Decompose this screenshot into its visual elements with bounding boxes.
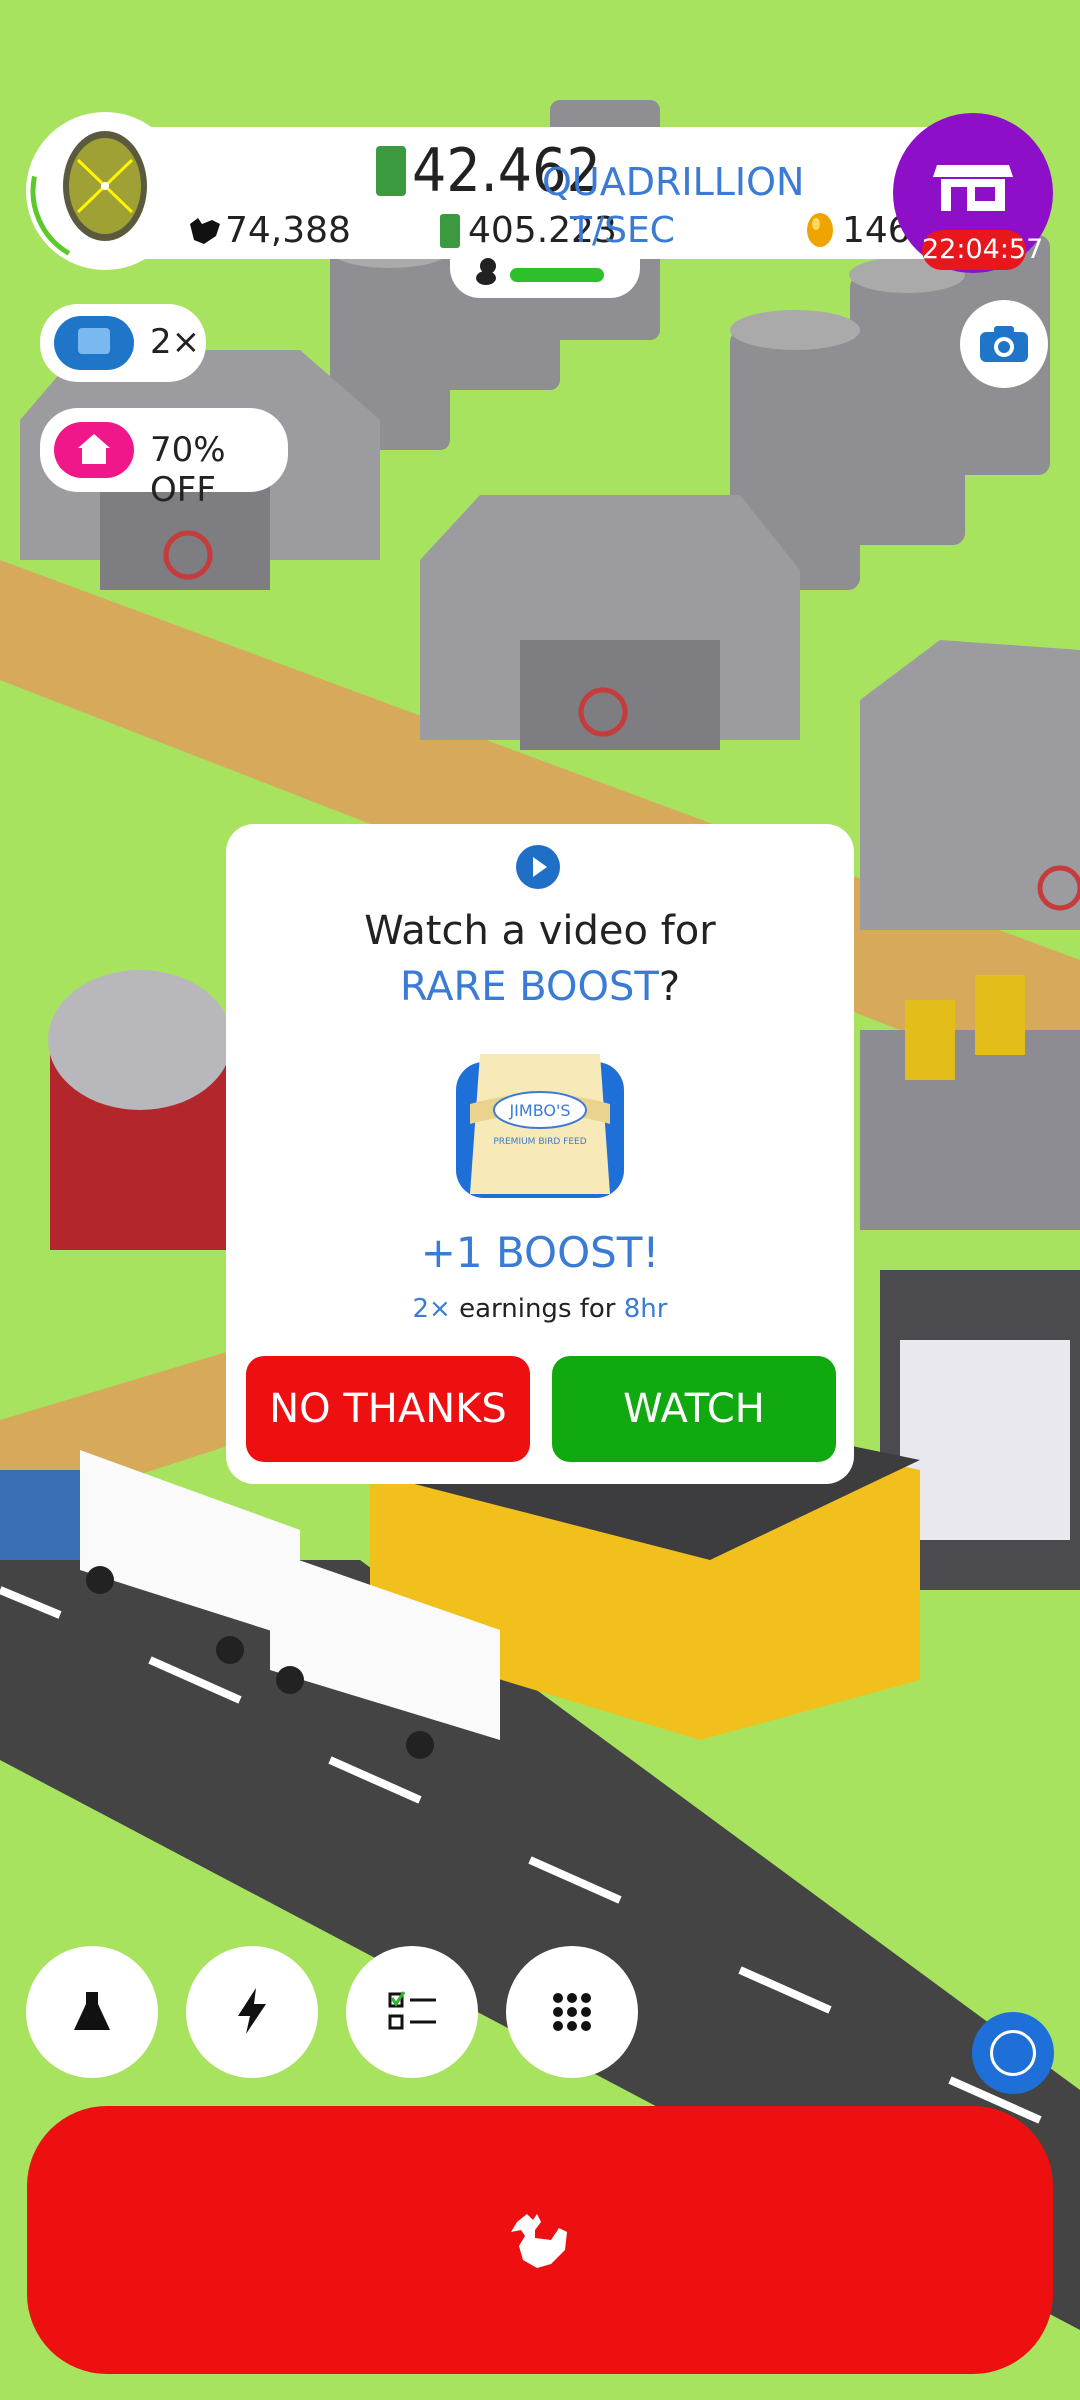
earning-rate-unit: T/SEC	[570, 210, 675, 251]
camera-icon	[980, 326, 1028, 362]
capacity-tab[interactable]	[450, 250, 640, 298]
camera-button[interactable]	[960, 300, 1048, 388]
boost-text: +1 BOOST!	[420, 1228, 660, 1277]
earnings-multiplier: 2×	[412, 1294, 451, 1324]
bird-feed-bag-icon: JIMBO'S PREMIUM BIRD FEED	[456, 1054, 624, 1198]
hatch-chicken-button[interactable]	[27, 2106, 1053, 2374]
question-mark: ?	[658, 964, 681, 1010]
rate-cash-icon	[440, 214, 460, 248]
circle-icon	[990, 2030, 1036, 2076]
current-egg-button[interactable]	[26, 112, 184, 270]
egg-icon	[30, 116, 180, 266]
assistant-button[interactable]	[972, 2012, 1054, 2094]
video-boost-badge[interactable]: 2×	[40, 304, 206, 382]
chicken-count-icon	[190, 218, 220, 244]
no-thanks-button[interactable]: NO THANKS	[246, 1356, 530, 1462]
play-icon	[516, 845, 560, 889]
tv-icon	[54, 316, 134, 370]
shop-icon	[933, 165, 1013, 211]
rare-boost-label: RARE BOOST	[399, 964, 659, 1010]
money-unit: QUADRILLION	[542, 160, 805, 204]
product-brand: JIMBO'S	[508, 1101, 570, 1120]
earnings-text: earnings for	[459, 1294, 616, 1324]
cash-icon	[376, 146, 406, 196]
dialog-subtitle: RARE BOOST?	[226, 964, 854, 1010]
missions-button[interactable]	[346, 1946, 478, 2078]
boosts-button[interactable]	[186, 1946, 318, 2078]
chicken-count: 74,388	[225, 210, 351, 251]
lightning-icon	[238, 1988, 266, 2034]
chick-icon	[476, 258, 496, 285]
grid-icon	[553, 1993, 591, 2031]
product-subtitle: PREMIUM BIRD FEED	[493, 1137, 586, 1147]
menu-button[interactable]	[506, 1946, 638, 2078]
golden-egg-icon	[807, 213, 833, 247]
chicken-icon	[511, 2214, 567, 2268]
checklist-icon	[388, 1991, 436, 2030]
discount-badge[interactable]: 70% OFF	[40, 408, 288, 510]
shop-timer: 22:04:57	[922, 230, 1043, 270]
rare-boost-dialog: Watch a video for RARE BOOST? JIMBO'S PR…	[226, 824, 854, 1484]
capacity-bar	[510, 268, 604, 282]
discount-text: 70% OFF	[150, 430, 226, 510]
earnings-duration: 8hr	[623, 1294, 668, 1324]
dialog-title: Watch a video for	[364, 908, 716, 954]
video-multiplier: 2×	[150, 322, 201, 362]
earnings-line: 2× earnings for 8hr	[226, 1294, 854, 1324]
flask-icon	[74, 1992, 110, 2030]
home-icon	[54, 422, 134, 478]
research-button[interactable]	[26, 1946, 158, 2078]
watch-button[interactable]: WATCH	[552, 1356, 836, 1462]
